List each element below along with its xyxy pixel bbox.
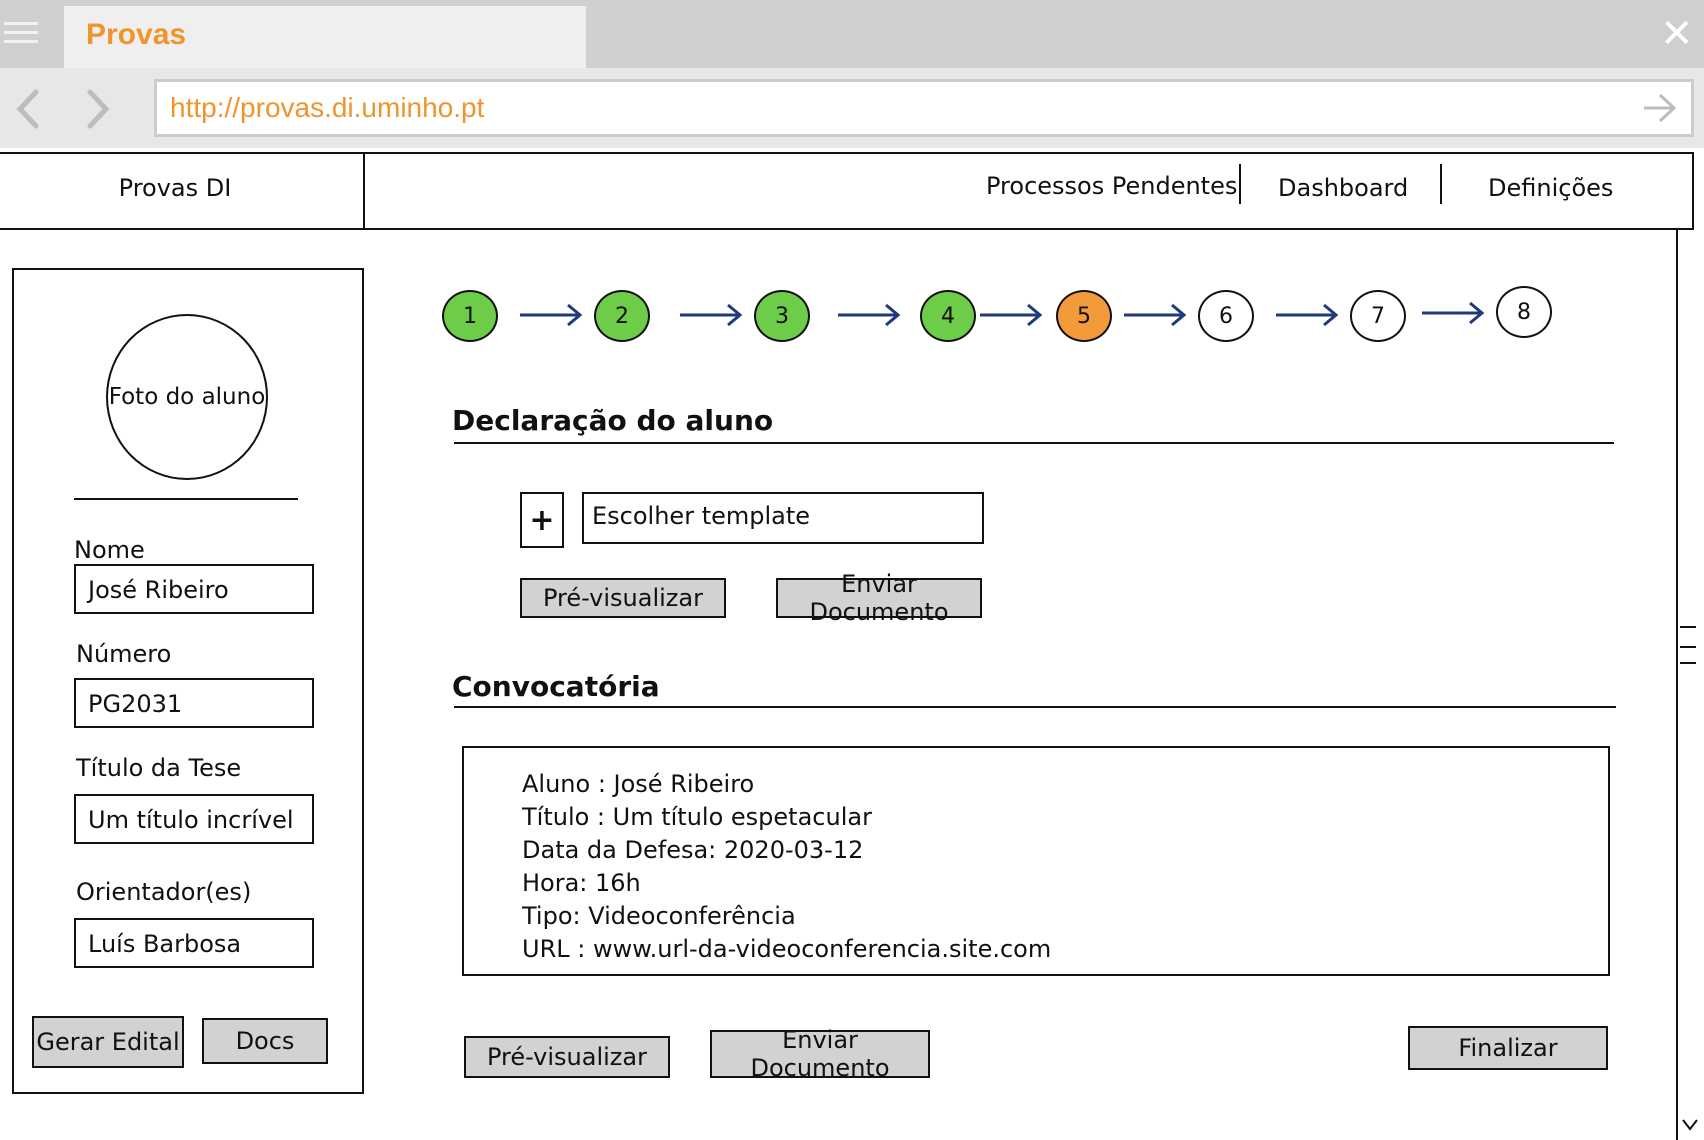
close-icon[interactable]: ✕	[1660, 12, 1694, 56]
docs-button[interactable]: Docs	[202, 1018, 328, 1064]
nav-processos-pendentes[interactable]: Processos Pendentes	[986, 172, 1237, 200]
app-brand[interactable]: Provas DI	[0, 174, 350, 202]
declaration-section-title: Declaração do aluno	[452, 404, 774, 437]
address-bar-url[interactable]: http://provas.di.uminho.pt	[170, 92, 484, 124]
step-arrow-icon	[838, 303, 901, 327]
scrollbar[interactable]	[1676, 230, 1704, 1140]
student-photo-label: Foto do aluno	[108, 384, 266, 410]
step-4[interactable]: 4	[920, 290, 976, 342]
hamburger-menu-icon[interactable]	[4, 22, 38, 44]
convocatoria-url-line: URL : www.url-da-videoconferencia.site.c…	[522, 935, 1052, 963]
step-arrow-icon	[1276, 303, 1339, 327]
header-divider	[363, 152, 365, 230]
thesis-title-field[interactable]: Um título incrível	[74, 794, 314, 844]
step-arrow-icon	[1124, 303, 1187, 327]
convocatoria-preview: Aluno : José Ribeiro Título : Um título …	[462, 746, 1610, 976]
browser-tab-title: Provas	[86, 18, 187, 51]
photo-divider	[74, 498, 298, 500]
step-8[interactable]: 8	[1496, 286, 1552, 338]
generate-edital-button[interactable]: Gerar Edital	[32, 1016, 184, 1068]
nav-separator	[1239, 164, 1241, 204]
advisor-label: Orientador(es)	[76, 878, 252, 906]
convocatoria-student-line: Aluno : José Ribeiro	[522, 770, 755, 798]
convocatoria-send-button[interactable]: Enviar Documento	[710, 1026, 930, 1082]
step-1[interactable]: 1	[442, 290, 498, 342]
step-2[interactable]: 2	[594, 290, 650, 342]
declaration-send-button[interactable]: Enviar Documento	[776, 570, 982, 626]
thesis-title-label: Título da Tese	[76, 754, 242, 782]
convocatoria-type-line: Tipo: Videoconferência	[522, 902, 796, 930]
declaration-preview-button[interactable]: Pré-visualizar	[520, 578, 726, 618]
convocatoria-title-line: Título : Um título espetacular	[522, 803, 872, 831]
step-3[interactable]: 3	[754, 290, 810, 342]
name-label: Nome	[74, 536, 145, 564]
section-divider	[454, 442, 1614, 444]
convocatoria-preview-button[interactable]: Pré-visualizar	[464, 1036, 670, 1078]
number-label: Número	[76, 640, 172, 668]
nav-separator	[1440, 164, 1442, 204]
template-select[interactable]: Escolher template	[582, 492, 984, 544]
advisor-field[interactable]: Luís Barbosa	[74, 918, 314, 968]
number-field[interactable]: PG2031	[74, 678, 314, 728]
nav-definicoes[interactable]: Definições	[1488, 174, 1613, 202]
step-6[interactable]: 6	[1198, 290, 1254, 342]
arrow-right-icon[interactable]	[1640, 90, 1680, 126]
step-arrow-icon	[520, 303, 583, 327]
convocatoria-section-title: Convocatória	[452, 670, 660, 703]
convocatoria-time-line: Hora: 16h	[522, 869, 641, 897]
add-template-button[interactable]: +	[520, 492, 564, 548]
step-5[interactable]: 5	[1056, 290, 1112, 342]
step-arrow-icon	[1422, 301, 1485, 325]
student-photo: Foto do aluno	[106, 314, 268, 480]
finalize-button[interactable]: Finalizar	[1408, 1026, 1608, 1070]
chevron-down-icon[interactable]	[1680, 1114, 1700, 1134]
section-divider	[454, 706, 1616, 708]
step-arrow-icon	[680, 303, 743, 327]
step-7[interactable]: 7	[1350, 290, 1406, 342]
step-arrow-icon	[980, 303, 1043, 327]
chevron-right-icon[interactable]	[80, 84, 116, 134]
convocatoria-date-line: Data da Defesa: 2020-03-12	[522, 836, 864, 864]
name-field[interactable]: José Ribeiro	[74, 564, 314, 614]
chevron-left-icon[interactable]	[10, 84, 46, 134]
nav-dashboard[interactable]: Dashboard	[1278, 174, 1408, 202]
